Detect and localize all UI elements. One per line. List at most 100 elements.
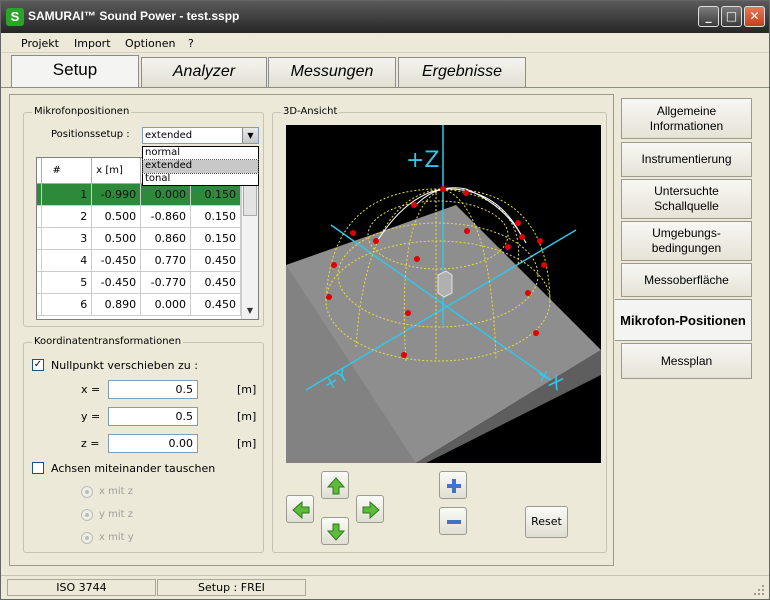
side-tab-mikrofon-positionen[interactable]: Mikrofon-Positionen xyxy=(615,299,752,341)
menu-import[interactable]: Import xyxy=(74,37,111,50)
tab-setup[interactable]: Setup xyxy=(11,55,139,87)
cell-n[interactable]: 5 xyxy=(41,271,93,294)
rotate-right-button[interactable] xyxy=(356,495,384,523)
arrow-right-icon xyxy=(362,500,380,520)
tab-ergebnisse[interactable]: Ergebnisse xyxy=(398,57,526,87)
achsen-tauschen-label: Achsen miteinander tauschen xyxy=(51,462,216,475)
nullpunkt-checkbox[interactable]: ✓ xyxy=(32,359,44,371)
radio-y-mit-z[interactable] xyxy=(81,509,93,521)
menu-optionen[interactable]: Optionen xyxy=(125,37,175,50)
cell-z[interactable]: 0.150 xyxy=(190,205,241,228)
arrow-up-icon xyxy=(326,477,346,495)
chevron-down-icon[interactable]: ▼ xyxy=(242,128,258,143)
status-bar: ISO 3744 Setup : FREI xyxy=(1,575,769,599)
zoom-out-button[interactable] xyxy=(439,507,467,535)
cell-y[interactable]: 0.860 xyxy=(140,227,192,250)
achsen-tauschen-checkbox[interactable] xyxy=(32,462,44,474)
reset-button[interactable]: Reset xyxy=(525,506,568,538)
cell-z[interactable]: 0.450 xyxy=(190,271,241,294)
side-tab-schallquelle[interactable]: Untersuchte Schallquelle xyxy=(621,179,752,219)
y-field-label: y = xyxy=(81,410,101,423)
side-tab-umgebung[interactable]: Umgebungs-bedingungen xyxy=(621,221,752,261)
minus-icon xyxy=(447,520,461,524)
table-row[interactable]: 5 -0.450 -0.770 0.450 xyxy=(37,271,241,294)
cell-x[interactable]: -0.450 xyxy=(91,249,142,272)
app-window: S SAMURAI™ Sound Power - test.sspp _ □ ✕… xyxy=(0,0,770,600)
z-field-label: z = xyxy=(81,437,100,450)
option-normal[interactable]: normal xyxy=(143,147,258,160)
cell-y[interactable]: 0.000 xyxy=(140,183,192,206)
cell-z[interactable]: 0.150 xyxy=(190,183,241,206)
cell-z[interactable]: 0.150 xyxy=(190,227,241,250)
axis-label-z: +Z xyxy=(406,148,440,173)
arrow-left-icon xyxy=(292,500,310,520)
cell-n[interactable]: 6 xyxy=(41,293,93,316)
window-title: SAMURAI™ Sound Power - test.sspp xyxy=(28,9,240,23)
cell-y[interactable]: -0.770 xyxy=(140,271,192,294)
col-number[interactable]: # xyxy=(41,158,93,184)
view3d-group-title: 3D-Ansicht xyxy=(281,106,340,117)
side-tab-allgemeine[interactable]: Allgemeine Informationen xyxy=(621,98,752,139)
side-tab-messplan[interactable]: Messplan xyxy=(621,343,752,379)
side-tab-instrumentierung[interactable]: Instrumentierung xyxy=(621,142,752,177)
cell-n[interactable]: 4 xyxy=(41,249,93,272)
cell-z[interactable]: 0.450 xyxy=(190,293,241,316)
radio-y-mit-z-label: y mit z xyxy=(99,509,133,520)
mikrofon-group-title: Mikrofonpositionen xyxy=(32,106,132,117)
cell-z[interactable]: 0.450 xyxy=(190,249,241,272)
cell-y[interactable]: -0.860 xyxy=(140,205,192,228)
zoom-in-button[interactable] xyxy=(439,471,467,499)
radio-x-mit-z[interactable] xyxy=(81,486,93,498)
cell-n[interactable]: 3 xyxy=(41,227,93,250)
table-row[interactable]: 4 -0.450 0.770 0.450 xyxy=(37,249,241,272)
tab-analyzer[interactable]: Analyzer xyxy=(141,57,267,87)
menu-bar: Projekt Import Optionen ? xyxy=(1,33,769,53)
radio-x-mit-y[interactable] xyxy=(81,532,93,544)
option-tonal[interactable]: tonal xyxy=(143,173,258,186)
y-offset-field[interactable]: 0.5 xyxy=(108,407,198,426)
cell-x[interactable]: 0.500 xyxy=(91,227,142,250)
side-tab-messoberflaeche[interactable]: Messoberfläche xyxy=(621,263,752,297)
positionssetup-dropdown[interactable]: normal extended tonal xyxy=(142,146,259,186)
x-offset-field[interactable]: 0.5 xyxy=(108,380,198,399)
x-unit: [m] xyxy=(237,383,257,396)
radio-x-mit-y-label: x mit y xyxy=(99,532,134,543)
table-row[interactable]: 1 -0.990 0.000 0.150 xyxy=(37,183,241,206)
cell-x[interactable]: 0.890 xyxy=(91,293,142,316)
positionssetup-select[interactable]: extended ▼ xyxy=(142,127,259,144)
cell-x[interactable]: -0.990 xyxy=(91,183,142,206)
menu-help[interactable]: ? xyxy=(188,37,194,50)
z-offset-field[interactable]: 0.00 xyxy=(108,434,198,453)
rotate-up-button[interactable] xyxy=(321,471,349,499)
title-bar[interactable]: S SAMURAI™ Sound Power - test.sspp _ □ ✕ xyxy=(1,1,769,33)
cell-n[interactable]: 2 xyxy=(41,205,93,228)
nullpunkt-label: Nullpunkt verschieben zu : xyxy=(51,359,198,372)
col-x[interactable]: x [m] xyxy=(91,158,142,184)
menu-projekt[interactable]: Projekt xyxy=(21,37,59,50)
3d-view-canvas[interactable]: +Z +Y +X xyxy=(286,125,601,463)
maximize-button[interactable]: □ xyxy=(721,6,742,27)
table-row[interactable]: 3 0.500 0.860 0.150 xyxy=(37,227,241,250)
cell-x[interactable]: -0.450 xyxy=(91,271,142,294)
plus-icon xyxy=(447,479,461,493)
cell-x[interactable]: 0.500 xyxy=(91,205,142,228)
status-setup: Setup : FREI xyxy=(157,579,306,596)
scroll-down-icon[interactable]: ▼ xyxy=(243,303,257,319)
tab-messungen[interactable]: Messungen xyxy=(268,57,396,87)
rotate-left-button[interactable] xyxy=(286,495,314,523)
3d-scene: +Z +Y +X xyxy=(286,125,601,463)
table-row[interactable]: 2 0.500 -0.860 0.150 xyxy=(37,205,241,228)
positionssetup-label: Positionssetup : xyxy=(51,129,130,140)
minimize-button[interactable]: _ xyxy=(698,6,719,27)
cell-y[interactable]: 0.000 xyxy=(140,293,192,316)
source-cube xyxy=(437,270,453,298)
cell-n[interactable]: 1 xyxy=(41,183,93,206)
cell-y[interactable]: 0.770 xyxy=(140,249,192,272)
option-extended[interactable]: extended xyxy=(142,159,259,174)
resize-grip-icon[interactable] xyxy=(753,584,765,596)
rotate-down-button[interactable] xyxy=(321,517,349,545)
close-button[interactable]: ✕ xyxy=(744,6,765,27)
arrow-down-icon xyxy=(326,523,346,541)
table-row[interactable]: 6 0.890 0.000 0.450 xyxy=(37,293,241,316)
z-unit: [m] xyxy=(237,437,257,450)
